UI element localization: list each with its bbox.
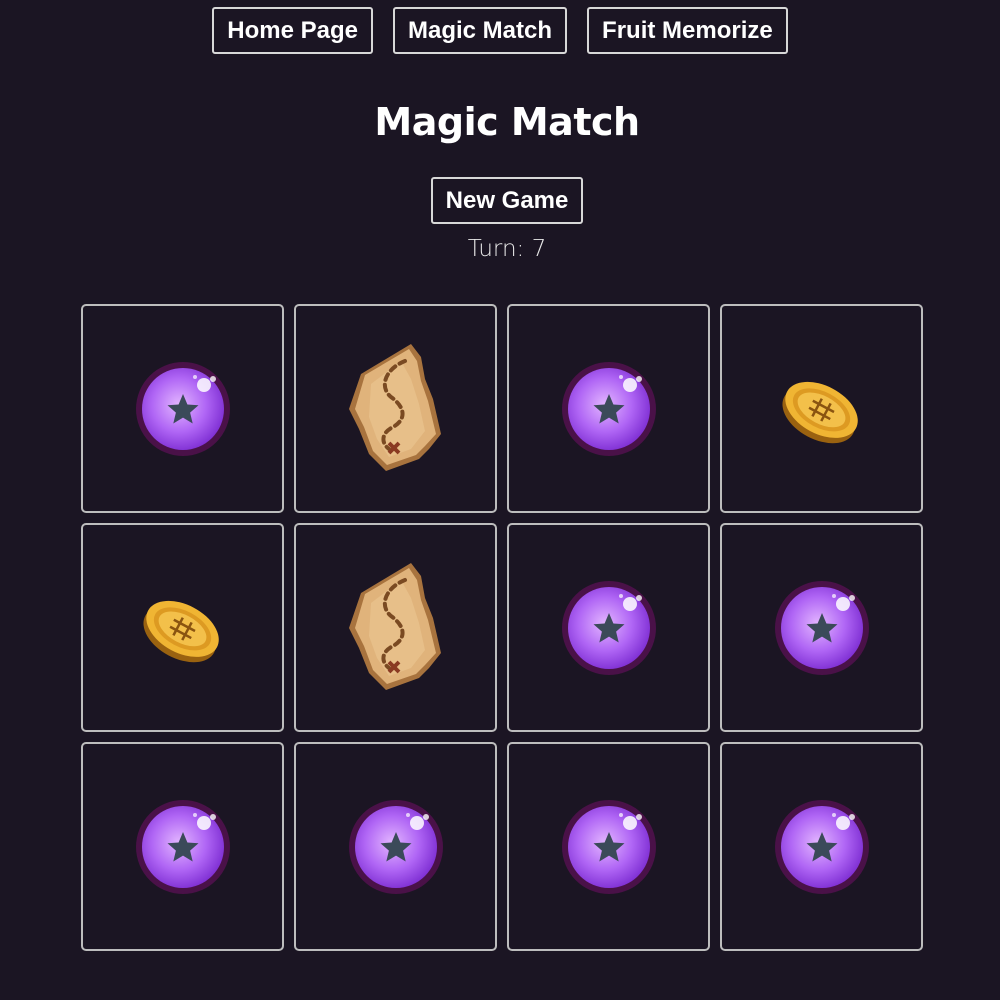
game-card[interactable] <box>294 304 497 513</box>
magic-orb-icon <box>772 797 872 897</box>
top-nav: Home Page Magic Match Fruit Memorize <box>0 7 1000 54</box>
treasure-map-icon <box>341 558 451 698</box>
game-card[interactable] <box>294 523 497 732</box>
game-card[interactable] <box>507 304 710 513</box>
magic-orb-icon <box>133 359 233 459</box>
game-card[interactable] <box>720 742 923 951</box>
game-card[interactable] <box>294 742 497 951</box>
new-game-button[interactable]: New Game <box>430 177 584 224</box>
nav-fruit-memorize-button[interactable]: Fruit Memorize <box>587 7 788 54</box>
new-game-container: New Game <box>0 177 1000 224</box>
game-card[interactable] <box>81 742 284 951</box>
page-title: Magic Match <box>374 100 640 144</box>
gold-coin-icon <box>777 364 867 454</box>
magic-orb-icon <box>559 797 659 897</box>
game-card[interactable] <box>81 304 284 513</box>
magic-orb-icon <box>346 797 446 897</box>
game-card[interactable] <box>81 523 284 732</box>
treasure-map-icon <box>341 339 451 479</box>
turn-counter: Turn: 7 <box>467 236 547 262</box>
nav-magic-match-button[interactable]: Magic Match <box>393 7 568 54</box>
magic-orb-icon <box>133 797 233 897</box>
magic-orb-icon <box>559 359 659 459</box>
game-card[interactable] <box>507 523 710 732</box>
card-grid <box>81 304 924 951</box>
game-card[interactable] <box>507 742 710 951</box>
game-card[interactable] <box>720 304 923 513</box>
magic-orb-icon <box>559 578 659 678</box>
nav-home-page-button[interactable]: Home Page <box>212 7 373 54</box>
magic-orb-icon <box>772 578 872 678</box>
gold-coin-icon <box>138 583 228 673</box>
game-card[interactable] <box>720 523 923 732</box>
